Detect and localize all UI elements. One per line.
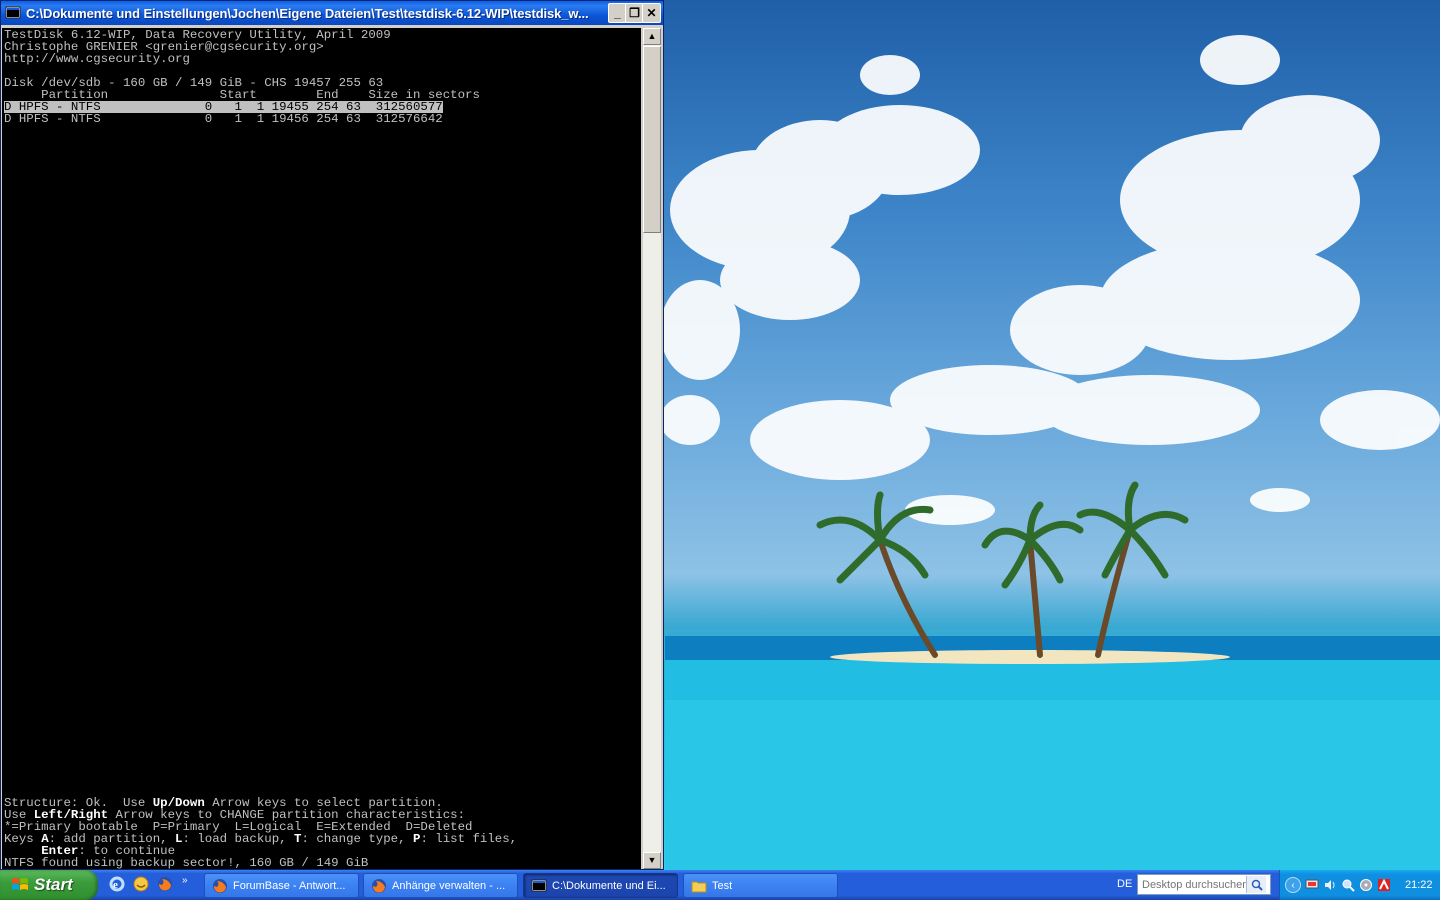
scroll-up-icon[interactable]: ▲ bbox=[643, 28, 661, 45]
windows-logo-icon bbox=[12, 878, 28, 890]
task-label: C:\Dokumente und Ei... bbox=[552, 879, 666, 892]
window-titlebar[interactable]: C:\Dokumente und Einstellungen\Jochen\Ei… bbox=[1, 1, 663, 25]
scroll-down-icon[interactable]: ▼ bbox=[643, 852, 661, 869]
firefox-quicklaunch-icon[interactable] bbox=[156, 875, 174, 893]
tray-expand-icon[interactable]: ‹ bbox=[1285, 877, 1301, 893]
system-tray: ‹ 21:22 bbox=[1279, 870, 1440, 900]
status-line: NTFS found using backup sector!, 160 GB … bbox=[4, 856, 369, 869]
console-header-block: TestDisk 6.12-WIP, Data Recovery Utility… bbox=[4, 29, 480, 125]
network-icon[interactable] bbox=[1305, 878, 1319, 892]
console-icon bbox=[531, 879, 547, 891]
folder-icon bbox=[691, 881, 707, 892]
task-button-active[interactable]: C:\Dokumente und Ei... bbox=[523, 873, 678, 898]
restore-icon: ❐ bbox=[629, 6, 640, 20]
desktop-search-input[interactable] bbox=[1138, 878, 1246, 891]
window-title: C:\Dokumente und Einstellungen\Jochen\Ei… bbox=[26, 5, 589, 21]
task-label: Anhänge verwalten - ... bbox=[392, 879, 506, 892]
internet-explorer-icon[interactable]: e bbox=[108, 875, 126, 893]
taskbar: Start e » ForumBase - Antwort... Anhänge… bbox=[0, 870, 1440, 900]
console-output[interactable]: TestDisk 6.12-WIP, Data Recovery Utility… bbox=[2, 28, 641, 869]
task-button[interactable]: ForumBase - Antwort... bbox=[204, 873, 359, 898]
scroll-thumb[interactable] bbox=[643, 46, 661, 233]
close-icon: ✕ bbox=[646, 6, 657, 20]
task-button[interactable]: Test bbox=[683, 873, 838, 898]
volume-icon[interactable] bbox=[1323, 878, 1337, 892]
console-line: http://www.cgsecurity.org bbox=[4, 52, 190, 66]
search-icon[interactable] bbox=[1246, 876, 1266, 893]
quick-launch: e » bbox=[108, 875, 188, 893]
firefox-icon bbox=[213, 878, 227, 893]
task-button[interactable]: Anhänge verwalten - ... bbox=[363, 873, 518, 898]
antivirus-icon[interactable] bbox=[1377, 878, 1391, 892]
start-button[interactable]: Start bbox=[0, 870, 98, 900]
magnifier-icon[interactable] bbox=[1341, 878, 1355, 892]
quick-launch-more-icon[interactable]: » bbox=[182, 875, 188, 886]
minimize-icon: _ bbox=[614, 6, 621, 20]
desktop-search-box[interactable] bbox=[1137, 874, 1271, 895]
console-help-block: Structure: Ok. Use Up/Down Arrow keys to… bbox=[4, 797, 517, 869]
firefox-icon bbox=[372, 878, 386, 893]
show-desktop-icon[interactable] bbox=[132, 875, 150, 893]
clock[interactable]: 21:22 bbox=[1405, 879, 1433, 891]
start-label: Start bbox=[34, 875, 73, 894]
task-label: Test bbox=[712, 879, 733, 892]
console-app-icon bbox=[5, 6, 21, 19]
disk-icon[interactable] bbox=[1359, 878, 1373, 892]
vertical-scrollbar[interactable]: ▲ ▼ bbox=[642, 28, 661, 869]
partition-row[interactable]: D HPFS - NTFS 0 1 1 19456 254 63 3125766… bbox=[4, 113, 480, 125]
task-label: ForumBase - Antwort... bbox=[233, 879, 346, 892]
language-indicator[interactable]: DE bbox=[1117, 878, 1132, 890]
close-button[interactable]: ✕ bbox=[642, 3, 661, 23]
console-window[interactable]: C:\Dokumente und Einstellungen\Jochen\Ei… bbox=[0, 0, 664, 870]
svg-text:e: e bbox=[113, 879, 118, 891]
